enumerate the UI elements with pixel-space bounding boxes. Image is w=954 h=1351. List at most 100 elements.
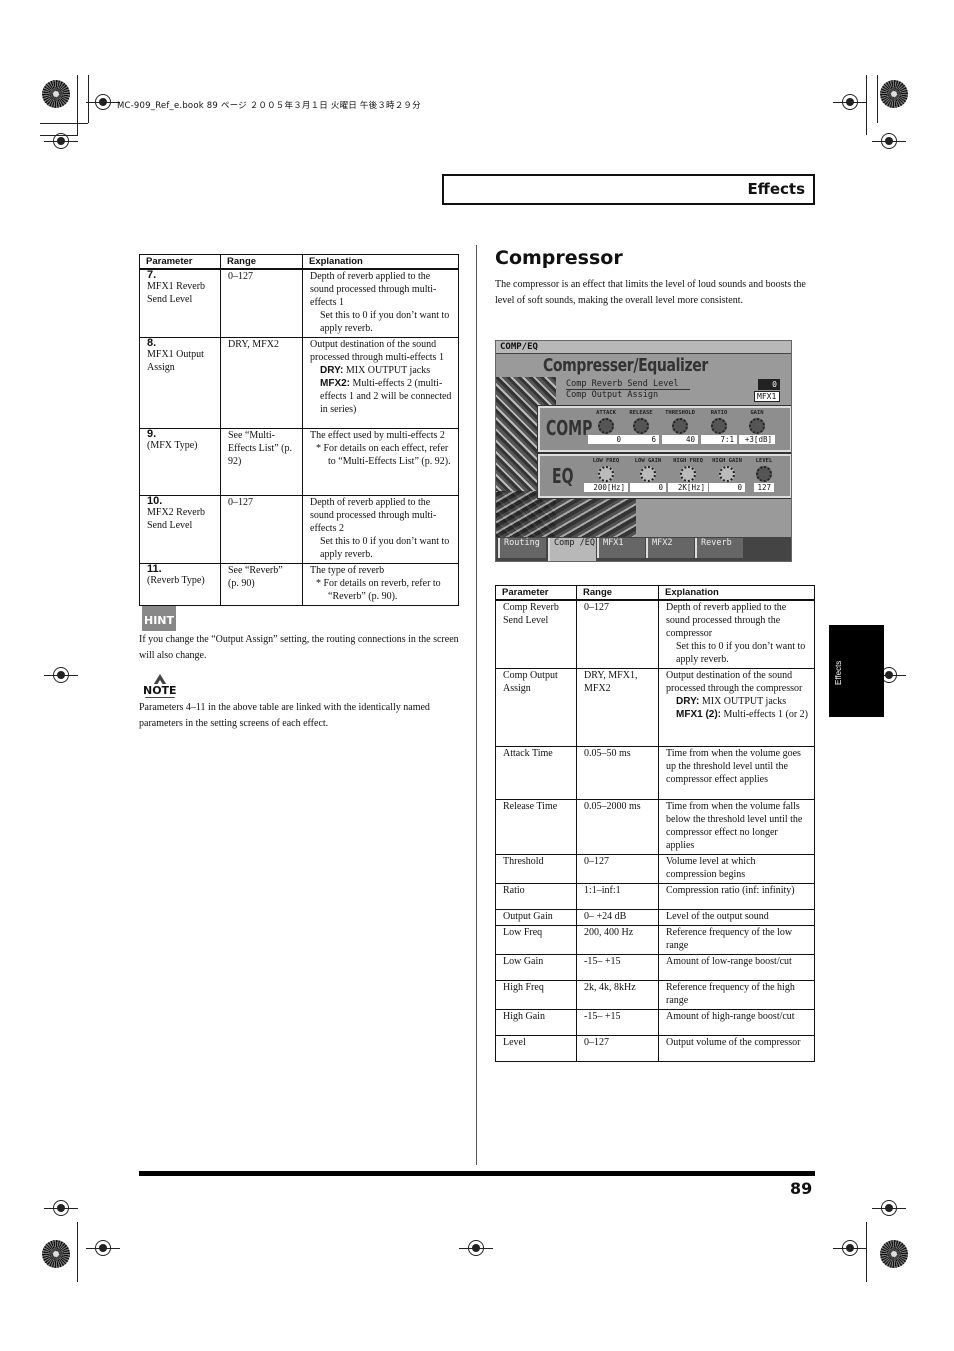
- table-row: Attack Time 0.05–50 ms Time from when the …: [495, 746, 815, 800]
- option-dry: DRY: MIX OUTPUT jacks: [310, 364, 452, 377]
- knob-value: 7:1: [701, 435, 737, 444]
- knob-value: 40: [662, 435, 698, 444]
- compressor-parameter-table: Parameter Range Explanation Comp Reverb …: [495, 585, 815, 1062]
- table-row: 7. MFX1 Reverb Send Level 0–127 Depth of …: [139, 269, 459, 338]
- table-row: High Gain -15– +15 Amount of high-range bo…: [495, 1009, 815, 1036]
- eq-label: EQ: [552, 464, 574, 488]
- param-name: Threshold: [495, 854, 577, 884]
- table-row: Release Time 0.05–2000 ms Time from when t…: [495, 799, 815, 855]
- param-range: 2k, 4k, 8kHz: [576, 980, 659, 1010]
- param-name: High Gain: [495, 1009, 577, 1036]
- param-name: Attack Time: [495, 746, 577, 800]
- param-explanation: Time from when the volume falls below th…: [658, 799, 815, 855]
- level-knob[interactable]: LEVEL 127: [740, 458, 788, 492]
- param-range: 0–127: [228, 271, 253, 282]
- section-title: Effects: [747, 180, 805, 198]
- tab-reverb[interactable]: Reverb: [695, 538, 743, 558]
- knob-dial-icon: [711, 418, 727, 434]
- registration-mark: [86, 94, 120, 110]
- knob-value: 127: [754, 483, 774, 492]
- crop-mark: [877, 75, 878, 123]
- tab-mfx2[interactable]: MFX2: [646, 538, 694, 558]
- knob-value: 200[Hz]: [584, 483, 628, 492]
- param-range: 0–127: [576, 854, 659, 884]
- param-explanation: Output destination of the sound processe…: [666, 670, 803, 694]
- param-range: 200, 400 Hz: [576, 925, 659, 955]
- registration-mark: [872, 133, 906, 149]
- knob-value: 2K[Hz]: [668, 483, 708, 492]
- param-explanation: Amount of low-range boost/cut: [658, 954, 815, 981]
- table-row: Level 0–127 Output volume of the compresso…: [495, 1035, 815, 1062]
- registration-mark: [459, 1240, 493, 1256]
- knob-dial-icon: [598, 466, 614, 482]
- registration-star-mark: [880, 80, 908, 108]
- comp-eq-screenshot: COMP/EQ Compresser/Equalizer Comp Reverb…: [495, 340, 792, 562]
- param-name: Low Gain: [495, 954, 577, 981]
- mfx-parameter-table: Parameter Range Explanation 7. MFX1 Rever…: [139, 254, 459, 606]
- comp-panel: COMP ATTACK 0 RELEASE 6 THRESHOLD 40 RATIO 7…: [537, 405, 791, 453]
- table-row: Output Gain 0– +24 dB Level of the output …: [495, 909, 815, 926]
- tab-mfx1[interactable]: MFX1: [597, 538, 645, 558]
- param-range: See “Multi-Effects List” (p. 92): [228, 430, 292, 467]
- knob-dial-icon: [749, 418, 765, 434]
- footer-rule: [139, 1171, 815, 1176]
- param-range: DRY, MFX1, MFX2: [576, 668, 659, 747]
- knob-dial-icon: [719, 466, 735, 482]
- column-header-explanation: Explanation: [302, 254, 459, 270]
- param-range: 1:1–inf:1: [576, 883, 659, 910]
- table-row: Low Gain -15– +15 Amount of low-range boos…: [495, 954, 815, 981]
- param-footnote: * For details on reverb, refer to “Rever…: [316, 578, 441, 602]
- comp-reverb-send-level-value[interactable]: 0: [758, 379, 780, 390]
- note-text: Parameters 4–11 in the above table are l…: [139, 702, 430, 729]
- knob-label: LEVEL: [755, 458, 773, 464]
- note-icon: NOTE: [142, 674, 178, 700]
- option-dry: DRY: MIX OUTPUT jacks: [666, 695, 808, 708]
- param-number: 7.: [147, 269, 157, 281]
- table-row: Comp Reverb Send Level 0–127 Depth of re…: [495, 600, 815, 669]
- option-text: Multi-effects 1 (or 2): [721, 709, 809, 720]
- crop-mark: [88, 75, 89, 123]
- registration-star-mark: [42, 80, 70, 108]
- param-number: 9.: [147, 428, 157, 440]
- param-number: 8.: [147, 337, 157, 349]
- param-name: Release Time: [495, 799, 577, 855]
- param-range: See “Reverb” (p. 90): [228, 565, 283, 589]
- param-explanation: Output volume of the compressor: [658, 1035, 815, 1062]
- param-name: MFX1 Reverb Send Level: [147, 281, 206, 305]
- option-mfx: MFX1 (2): Multi-effects 1 (or 2): [666, 708, 808, 721]
- param-subnote: Set this to 0 if you don’t want to apply…: [676, 641, 806, 665]
- param-name: Level: [495, 1035, 577, 1062]
- param-explanation: Amount of high-range boost/cut: [658, 1009, 815, 1036]
- knob-value: 6: [623, 435, 659, 444]
- registration-mark: [86, 1240, 120, 1256]
- param-name: Output Gain: [495, 909, 577, 926]
- param-footnote: * For details on each effect, refer to “…: [316, 443, 451, 467]
- column-divider: [476, 245, 477, 1165]
- param-explanation: Depth of reverb applied to the sound pro…: [666, 602, 787, 639]
- param-name: High Freq: [495, 980, 577, 1010]
- screen-top-label: COMP/EQ: [496, 341, 791, 354]
- param-explanation: Depth of reverb applied to the sound pro…: [310, 497, 437, 534]
- param-explanation: Reference frequency of the high range: [658, 980, 815, 1010]
- crop-mark: [77, 75, 78, 135]
- comp-reverb-send-level-label: Comp Reverb Send Level: [566, 379, 690, 390]
- comp-output-assign-value[interactable]: MFX1: [754, 391, 780, 402]
- param-range: 0–127: [576, 1035, 659, 1062]
- knob-value: 0: [630, 483, 666, 492]
- option-label: DRY:: [320, 365, 344, 376]
- tab-comp-eq[interactable]: Comp /EQ: [548, 538, 596, 561]
- low-freq-knob[interactable]: LOW FREQ 200[Hz]: [582, 458, 630, 492]
- table-row: High Freq 2k, 4k, 8kHz Reference frequency…: [495, 980, 815, 1010]
- knob-dial-icon: [598, 418, 614, 434]
- param-explanation: Reference frequency of the low range: [658, 925, 815, 955]
- param-name: MFX2 Reverb Send Level: [147, 507, 206, 531]
- crop-mark: [866, 1222, 867, 1282]
- tab-routing[interactable]: Routing: [498, 538, 546, 558]
- compressor-intro: The compressor is an effect that limits …: [495, 279, 806, 306]
- page-number: 89: [790, 1179, 813, 1198]
- gain-knob[interactable]: GAIN +3[dB]: [733, 410, 781, 444]
- column-header-explanation: Explanation: [658, 585, 815, 601]
- table-row: 10. MFX2 Reverb Send Level 0–127 Depth of…: [139, 495, 459, 564]
- eq-panel: EQ LOW FREQ 200[Hz] LOW GAIN 0 HIGH FREQ 2K…: [537, 453, 791, 499]
- column-header-parameter: Parameter: [495, 585, 577, 601]
